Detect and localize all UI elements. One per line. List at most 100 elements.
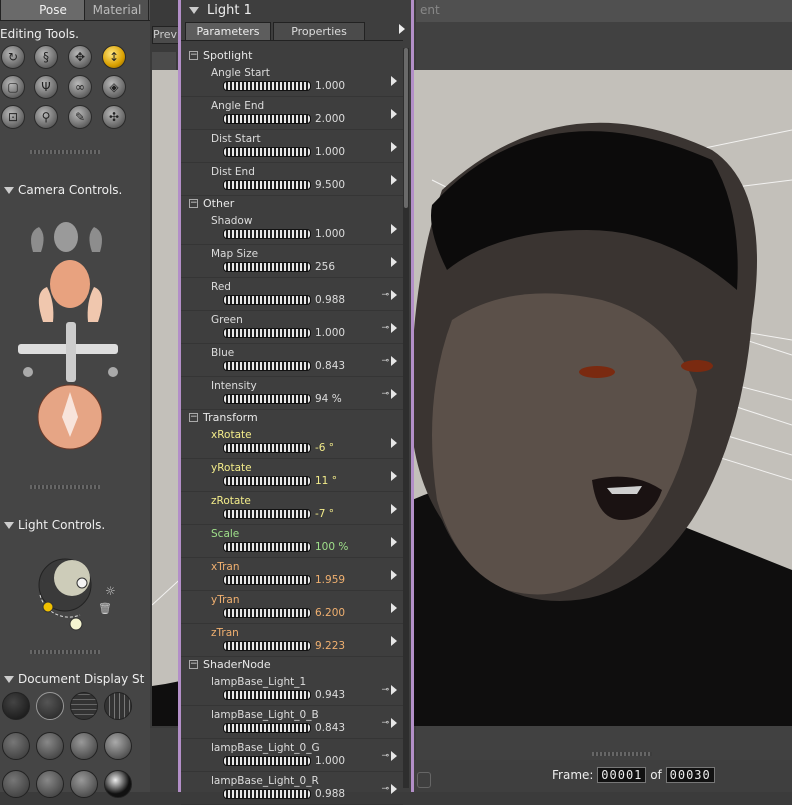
parameter-dial[interactable] [223, 476, 311, 486]
parameter-dial[interactable] [223, 690, 311, 700]
parameter-dial[interactable] [223, 641, 311, 651]
parameter-menu-arrow-icon[interactable] [391, 224, 397, 234]
dependency-link-icon[interactable]: ⊸ [381, 323, 389, 333]
parameter-menu-arrow-icon[interactable] [391, 438, 397, 448]
silhouette-style-icon[interactable] [2, 692, 30, 720]
tab-parameters[interactable]: Parameters [185, 22, 271, 40]
direct-manipulation-icon[interactable]: ✣ [102, 105, 126, 129]
parameter-menu-arrow-icon[interactable] [391, 175, 397, 185]
flat-shaded-style-icon[interactable] [36, 732, 64, 760]
morph-brush-icon[interactable]: ✎ [68, 105, 92, 129]
tab-properties[interactable]: Properties [273, 22, 365, 40]
grouping-tool-icon[interactable]: ⊡ [1, 105, 25, 129]
parameter-menu-arrow-icon[interactable] [391, 537, 397, 547]
animation-key-icon[interactable] [417, 772, 431, 788]
parameter-menu-arrow-icon[interactable] [391, 718, 397, 728]
parameter-value-field[interactable]: 0.843 [315, 360, 345, 372]
smooth-shaded-style-icon[interactable] [70, 732, 98, 760]
collapse-triangle-icon[interactable] [4, 676, 14, 683]
parameter-dial[interactable] [223, 229, 311, 239]
parameter-value-field[interactable]: 0.988 [315, 294, 345, 306]
parameter-menu-arrow-icon[interactable] [391, 109, 397, 119]
wireframe-style-icon[interactable] [70, 692, 98, 720]
parameter-value-field[interactable]: 1.000 [315, 146, 345, 158]
block-style-icon[interactable] [70, 770, 98, 798]
color-tool-icon[interactable]: ◈ [102, 75, 126, 99]
group-header[interactable]: − Other [181, 196, 403, 212]
panel-grip-2[interactable] [30, 485, 100, 489]
parameter-dial[interactable] [223, 262, 311, 272]
parameter-menu-arrow-icon[interactable] [391, 784, 397, 794]
collapse-box-icon[interactable]: − [189, 413, 198, 422]
scrollbar-thumb[interactable] [404, 48, 408, 208]
parameter-menu-arrow-icon[interactable] [391, 685, 397, 695]
cartoon-style-icon[interactable] [2, 770, 30, 798]
dependency-link-icon[interactable]: ⊸ [381, 389, 389, 399]
twist-tool-icon[interactable]: § [34, 45, 58, 69]
parameter-dial[interactable] [223, 608, 311, 618]
group-header[interactable]: − Transform [181, 410, 403, 426]
parameter-dial[interactable] [223, 180, 311, 190]
parameter-dial[interactable] [223, 723, 311, 733]
parameter-dial[interactable] [223, 756, 311, 766]
parameter-dial[interactable] [223, 147, 311, 157]
group-header[interactable]: − ShaderNode [181, 657, 403, 673]
parameter-menu-arrow-icon[interactable] [391, 290, 397, 300]
parameter-dial[interactable] [223, 443, 311, 453]
outline-style-icon[interactable] [36, 692, 64, 720]
translate-tool-icon[interactable]: ✥ [68, 45, 92, 69]
parameter-value-field[interactable]: 6.200 [315, 607, 345, 619]
light-controls-widget[interactable]: ☼ 🗑 [20, 550, 130, 635]
taper-tool-icon[interactable]: Ψ [34, 75, 58, 99]
dependency-link-icon[interactable]: ⊸ [381, 784, 389, 794]
parameter-value-field[interactable]: 1.000 [315, 327, 345, 339]
collapse-box-icon[interactable]: − [189, 51, 198, 60]
collapse-triangle-icon[interactable] [4, 187, 14, 194]
viewport-tab-document[interactable]: ent [420, 3, 440, 17]
scale-tool-icon[interactable]: ▢ [1, 75, 25, 99]
parameter-dial[interactable] [223, 328, 311, 338]
parameter-value-field[interactable]: 94 % [315, 393, 342, 405]
lit-style-icon[interactable] [104, 770, 132, 798]
parameter-value-field[interactable]: 11 ° [315, 475, 337, 487]
parameter-value-field[interactable]: -6 ° [315, 442, 334, 454]
tab-material[interactable]: Material [84, 0, 150, 21]
chain-break-icon[interactable]: ∞ [68, 75, 92, 99]
parameter-value-field[interactable]: 2.000 [315, 113, 345, 125]
panel-grip-3[interactable] [30, 650, 100, 654]
selected-light-name[interactable]: Light 1 [207, 3, 252, 18]
parameter-menu-arrow-icon[interactable] [391, 356, 397, 366]
parameter-dial[interactable] [223, 295, 311, 305]
parameter-value-field[interactable]: 9.500 [315, 179, 345, 191]
dependency-link-icon[interactable]: ⊸ [381, 356, 389, 366]
parameter-value-field[interactable]: 256 [315, 261, 335, 273]
parameter-value-field[interactable]: 1.000 [315, 755, 345, 767]
collapse-box-icon[interactable]: − [189, 660, 198, 669]
parameter-dial[interactable] [223, 394, 311, 404]
parameter-menu-arrow-icon[interactable] [391, 76, 397, 86]
parameter-dial[interactable] [223, 361, 311, 371]
dependency-link-icon[interactable]: ⊸ [381, 751, 389, 761]
dependency-link-icon[interactable]: ⊸ [381, 718, 389, 728]
parameter-value-field[interactable]: 1.959 [315, 574, 345, 586]
dependency-link-icon[interactable]: ⊸ [381, 685, 389, 695]
parameter-menu-arrow-icon[interactable] [391, 142, 397, 152]
parameter-value-field[interactable]: 0.988 [315, 788, 345, 800]
sketch-style-icon[interactable] [36, 770, 64, 798]
parameter-menu-arrow-icon[interactable] [391, 471, 397, 481]
viewport-menu-icon[interactable] [152, 52, 176, 70]
parameter-dial[interactable] [223, 509, 311, 519]
total-frames-field[interactable]: 00030 [665, 767, 715, 783]
rotate-tool-icon[interactable]: ↻ [1, 45, 25, 69]
parameter-menu-arrow-icon[interactable] [391, 323, 397, 333]
parameter-dial[interactable] [223, 789, 311, 799]
collapse-triangle-icon[interactable] [4, 522, 14, 529]
parameter-menu-arrow-icon[interactable] [391, 603, 397, 613]
parameter-value-field[interactable]: 0.843 [315, 722, 345, 734]
viewport-tab-preview[interactable]: Prev [152, 26, 180, 44]
parameter-menu-arrow-icon[interactable] [391, 570, 397, 580]
parameter-dial[interactable] [223, 81, 311, 91]
current-frame-field[interactable]: 00001 [597, 767, 647, 783]
parameter-dial[interactable] [223, 114, 311, 124]
parameter-menu-arrow-icon[interactable] [391, 389, 397, 399]
